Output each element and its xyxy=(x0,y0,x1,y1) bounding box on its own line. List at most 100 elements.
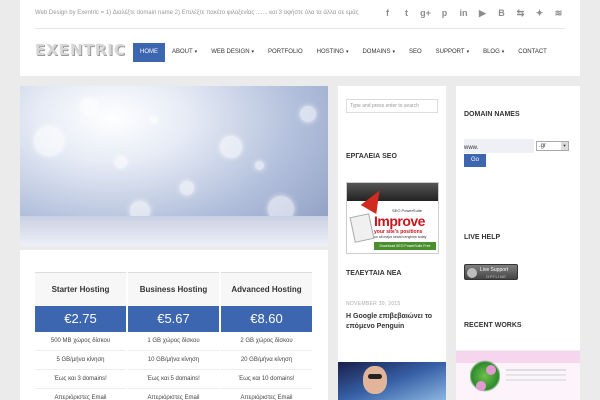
post-title-link[interactable]: Η Google επιβεβαιώνει το επόμενο Penguin xyxy=(346,312,444,332)
bokeh-light xyxy=(300,106,316,122)
bokeh-light xyxy=(150,116,158,124)
nav-item-about[interactable]: ABOUT ▾ xyxy=(165,43,204,62)
chevron-down-icon: ▾ xyxy=(466,49,470,55)
linkedin-icon[interactable]: in xyxy=(457,7,470,20)
banner-download-button[interactable]: Download SEO PowerSuite Free xyxy=(374,242,436,250)
nav-item-label: HOME xyxy=(140,49,158,55)
banner-top-bar xyxy=(347,183,438,201)
plan-name: Starter Hosting xyxy=(35,272,126,306)
bokeh-light xyxy=(34,126,64,156)
middle-sidebar: Type and press enter to search ΕΡΓΑΛΕΙΑ … xyxy=(338,86,446,400)
person-face-image xyxy=(363,366,387,394)
nav-item-support[interactable]: SUPPORT ▾ xyxy=(429,43,476,62)
live-support-button[interactable]: Live Support OFFLINE xyxy=(464,264,518,280)
chevron-down-icon: ▾ xyxy=(194,49,198,55)
live-support-status: OFFLINE xyxy=(486,274,507,279)
bokeh-light xyxy=(80,98,98,116)
chat-icon xyxy=(467,268,477,278)
hero-slider-image[interactable] xyxy=(20,86,328,246)
plan-name: Business Hosting xyxy=(128,272,219,306)
nav-item-blog[interactable]: BLOG ▾ xyxy=(476,43,511,62)
plan-feature: 2 GB χώρος δίσκου xyxy=(221,332,312,351)
plan-feature: 1 GB χώρος δίσκου xyxy=(128,332,219,351)
chevron-down-icon: ▾ xyxy=(392,49,395,55)
pinterest-icon[interactable]: p xyxy=(438,7,451,20)
bokeh-light xyxy=(115,156,127,168)
chevron-down-icon: ▼ xyxy=(561,142,568,150)
social-icons: f t g+ p in ▶ B ⇆ ✦ ≋ xyxy=(381,7,565,20)
plan-feature: Απεριόριστες Email xyxy=(221,389,312,400)
nav-item-label: SEO xyxy=(409,49,422,55)
nav-item-label: SUPPORT xyxy=(435,49,465,55)
nav-item-label: DOMAINS xyxy=(362,49,391,55)
seo-tools-heading: ΕΡΓΑΛΕΙΑ SEO xyxy=(346,153,397,160)
tld-selected-value: .gr xyxy=(539,143,547,149)
seo-powersuite-banner[interactable]: SEO PowerSuite Improve your site's posit… xyxy=(346,182,439,254)
nav-item-web-design[interactable]: WEB DESIGN ▾ xyxy=(204,43,261,62)
pricing-plan: Starter Hosting €2.75 500 MB χώρος δίσκο… xyxy=(35,272,126,400)
header-tagline: Web Design by Exentric = 1) Διαλέξτε dom… xyxy=(35,10,359,16)
recent-work-thumbnail[interactable] xyxy=(456,350,580,400)
site-header: Web Design by Exentric = 1) Διαλέξτε dom… xyxy=(20,0,580,76)
blogger-icon[interactable]: B xyxy=(495,7,508,20)
plan-feature: 5 GB/μήνα κίνηση xyxy=(35,351,126,370)
chevron-down-icon: ▾ xyxy=(345,49,349,55)
nav-item-label: BLOG xyxy=(483,49,500,55)
live-help-heading: LIVE HELP xyxy=(464,234,501,241)
nav-item-label: WEB DESIGN xyxy=(211,49,250,55)
right-sidebar: DOMAIN NAMES www. .gr ▼ Go LIVE HELP Liv… xyxy=(456,86,580,400)
nav-item-label: CONTACT xyxy=(518,49,547,55)
nav-item-contact[interactable]: CONTACT xyxy=(511,43,554,62)
search-input[interactable]: Type and press enter to search xyxy=(346,99,438,113)
plan-feature: Έως και 5 domains! xyxy=(128,370,219,389)
goggles-image xyxy=(368,374,382,379)
domain-go-button[interactable]: Go xyxy=(464,154,486,167)
tld-select[interactable]: .gr ▼ xyxy=(536,141,569,151)
nav-item-label: HOSTING xyxy=(316,49,344,55)
live-support-label: Live Support xyxy=(480,267,509,273)
nav-item-label: PORTFOLIO xyxy=(268,49,303,55)
chevron-down-icon: ▾ xyxy=(251,49,255,55)
facebook-icon[interactable]: f xyxy=(381,7,394,20)
banner-headline: Improve xyxy=(374,213,425,229)
nav-item-portfolio[interactable]: PORTFOLIO xyxy=(261,43,310,62)
main-nav: HOME ABOUT ▾ WEB DESIGN ▾ PORTFOLIO HOSTIN… xyxy=(133,43,554,62)
www-prefix-label: www. xyxy=(464,145,479,151)
youtube-icon[interactable]: ▶ xyxy=(476,7,489,20)
chevron-down-icon: ▾ xyxy=(501,49,505,55)
header-divider xyxy=(35,28,565,29)
post-date: NOVEMBER 30, 2015 xyxy=(346,301,401,307)
plan-name: Advanced Hosting xyxy=(221,272,312,306)
plan-feature: 10 GB/μήνα κίνηση xyxy=(128,351,219,370)
plan-feature: Απεριόριστες Email xyxy=(35,389,126,400)
pricing-plan: Advanced Hosting €8.60 2 GB χώρος δίσκου… xyxy=(221,272,312,400)
document-icon xyxy=(349,213,375,243)
plan-feature: Απεριόριστες Email xyxy=(128,389,219,400)
rss-icon[interactable]: ≋ xyxy=(552,7,565,20)
recent-works-heading: RECENT WORKS xyxy=(464,322,522,329)
plan-feature: Έως και 10 domains! xyxy=(221,370,312,389)
delicious-icon[interactable]: ✦ xyxy=(533,7,546,20)
hero-reflection xyxy=(20,216,328,246)
bokeh-light xyxy=(220,136,242,158)
plan-price: €8.60 xyxy=(221,306,312,332)
text-lines-image xyxy=(506,369,566,371)
flower-image xyxy=(476,381,486,391)
plan-feature: 20 GB/μήνα κίνηση xyxy=(221,351,312,370)
nav-item-hosting[interactable]: HOSTING ▾ xyxy=(310,43,356,62)
nav-item-home[interactable]: HOME xyxy=(133,43,165,62)
site-logo[interactable]: EXENTRIC xyxy=(35,41,126,59)
flower-image xyxy=(486,365,496,375)
bokeh-light xyxy=(255,161,264,170)
post-thumbnail[interactable] xyxy=(338,362,446,400)
bokeh-light xyxy=(180,181,194,195)
nav-item-domains[interactable]: DOMAINS ▾ xyxy=(355,43,402,62)
google-plus-icon[interactable]: g+ xyxy=(419,7,432,20)
nav-item-seo[interactable]: SEO xyxy=(402,43,429,62)
pricing-table: Starter Hosting €2.75 500 MB χώρος δίσκο… xyxy=(20,250,328,400)
share-icon[interactable]: ⇆ xyxy=(514,7,527,20)
plan-feature: Έως και 3 domains! xyxy=(35,370,126,389)
plan-price: €5.67 xyxy=(128,306,219,332)
pricing-plan: Business Hosting €5.67 1 GB χώρος δίσκου… xyxy=(128,272,219,400)
twitter-icon[interactable]: t xyxy=(400,7,413,20)
